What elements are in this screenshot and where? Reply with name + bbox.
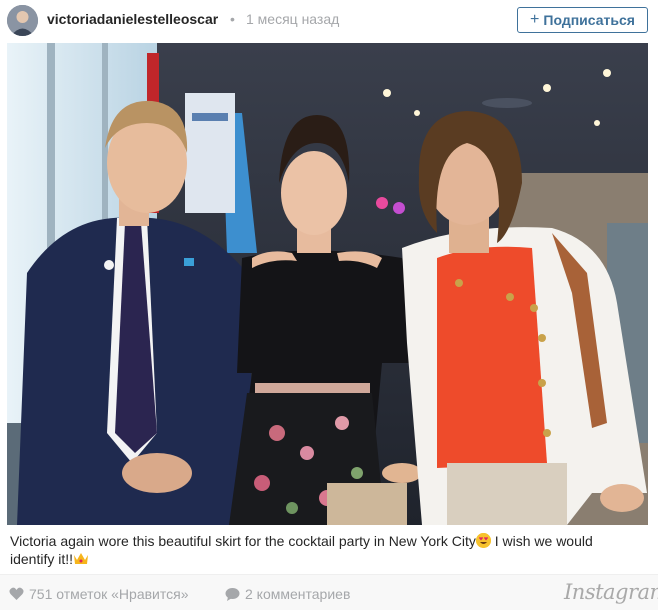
follow-button[interactable]: + Подписаться — [517, 7, 648, 33]
caption-text: Victoria again wore this beautiful skirt… — [10, 533, 476, 549]
post-photo[interactable] — [7, 43, 648, 525]
instagram-logo[interactable]: Instagram — [564, 580, 658, 604]
likes-count[interactable]: 751 отметок «Нравится» — [9, 586, 189, 602]
post-caption: Victoria again wore this beautiful skirt… — [10, 532, 640, 568]
likes-text: 751 отметок «Нравится» — [29, 586, 189, 602]
heart-eyes-emoji-icon — [475, 533, 491, 548]
speech-bubble-icon — [225, 588, 240, 601]
post-header: victoriadanielestelleoscar • 1 месяц наз… — [0, 0, 658, 42]
post-time[interactable]: 1 месяц назад — [246, 11, 339, 27]
separator-dot: • — [230, 11, 235, 27]
crown-emoji-icon — [73, 551, 89, 566]
plus-icon: + — [530, 11, 540, 28]
avatar[interactable] — [7, 5, 38, 36]
comments-count[interactable]: 2 комментариев — [225, 586, 350, 602]
username-link[interactable]: victoriadanielestelleoscar — [47, 11, 218, 27]
follow-label: Подписаться — [543, 12, 635, 28]
post-footer: 751 отметок «Нравится» 2 комментариев In… — [0, 574, 658, 610]
comments-text: 2 комментариев — [245, 586, 351, 602]
heart-icon — [9, 587, 24, 600]
